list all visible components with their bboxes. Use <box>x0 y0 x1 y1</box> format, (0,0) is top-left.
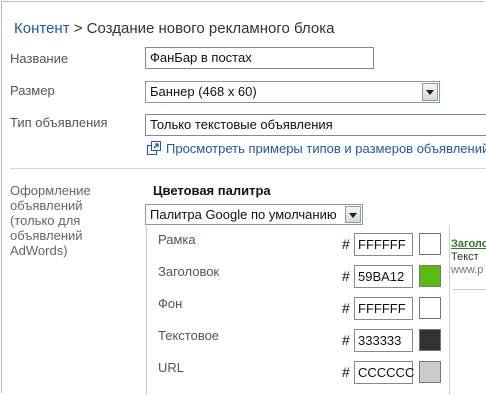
color-label: Заголовок <box>158 264 220 279</box>
size-select-value: Баннер (468 x 60) <box>150 84 257 99</box>
name-input[interactable]: ФанБар в постах <box>145 47 374 69</box>
page-title: Создание нового рекламного блока <box>86 20 335 37</box>
hash-symbol: # <box>342 364 350 380</box>
hash-symbol: # <box>342 236 350 252</box>
breadcrumb-separator: > <box>69 20 87 37</box>
color-label: Фон <box>158 296 183 311</box>
size-label: Размер <box>10 83 55 98</box>
hash-symbol: # <box>342 300 350 316</box>
ad-preview: Заголо Текст www.p <box>451 238 486 283</box>
color-row-text: Текстовое # 333333 <box>147 322 451 354</box>
breadcrumb-content-link[interactable]: Контент <box>14 20 70 37</box>
name-label: Название <box>10 51 69 66</box>
examples-link[interactable]: Просмотреть примеры типов и размеров объ… <box>147 141 486 156</box>
chevron-down-icon[interactable] <box>422 83 438 101</box>
text-color-input[interactable]: 333333 <box>354 329 413 352</box>
color-label: URL <box>158 360 185 375</box>
examples-link-text[interactable]: Просмотреть примеры типов и размеров объ… <box>166 141 486 156</box>
preview-text: Текст <box>451 251 479 263</box>
background-color-input[interactable]: FFFFFF <box>354 297 413 320</box>
color-row-url: URL # CCCCCC <box>147 354 451 386</box>
text-color-swatch[interactable] <box>419 329 441 351</box>
palette-select-value: Палитра Google по умолчанию <box>150 207 337 222</box>
color-settings-panel: Рамка # FFFFFF Заголовок # 59BA12 Фон # … <box>146 226 450 395</box>
title-color-swatch[interactable] <box>419 265 441 287</box>
size-select[interactable]: Баннер (468 x 60) <box>145 81 440 103</box>
breadcrumb: Контент > Создание нового рекламного бло… <box>14 20 334 37</box>
color-row-title: Заголовок # 59BA12 <box>147 258 451 290</box>
external-window-icon <box>147 141 161 155</box>
chevron-down-icon[interactable] <box>345 206 361 223</box>
color-row-background: Фон # FFFFFF <box>147 290 451 322</box>
border-color-swatch[interactable] <box>419 233 441 255</box>
ad-type-label: Тип объявления <box>10 115 108 130</box>
color-label: Рамка <box>158 232 196 247</box>
background-color-swatch[interactable] <box>419 297 441 319</box>
palette-title: Цветовая палитра <box>153 183 271 198</box>
preview-url: www.p <box>451 264 484 276</box>
url-color-swatch[interactable] <box>419 361 441 383</box>
ad-type-field[interactable]: Только текстовые объявления <box>145 114 486 136</box>
color-row-border: Рамка # FFFFFF <box>147 226 451 258</box>
border-color-input[interactable]: FFFFFF <box>354 233 413 256</box>
section-divider <box>10 168 486 169</box>
preview-title[interactable]: Заголо <box>451 238 486 251</box>
palette-select[interactable]: Палитра Google по умолчанию <box>145 204 363 225</box>
url-color-input[interactable]: CCCCCC <box>354 361 414 384</box>
preview-divider <box>452 289 486 290</box>
title-color-input[interactable]: 59BA12 <box>354 265 413 288</box>
hash-symbol: # <box>342 332 350 348</box>
ad-style-label: Оформление объявлений (только для объявл… <box>10 183 91 258</box>
hash-symbol: # <box>342 268 350 284</box>
color-label: Текстовое <box>158 328 220 343</box>
